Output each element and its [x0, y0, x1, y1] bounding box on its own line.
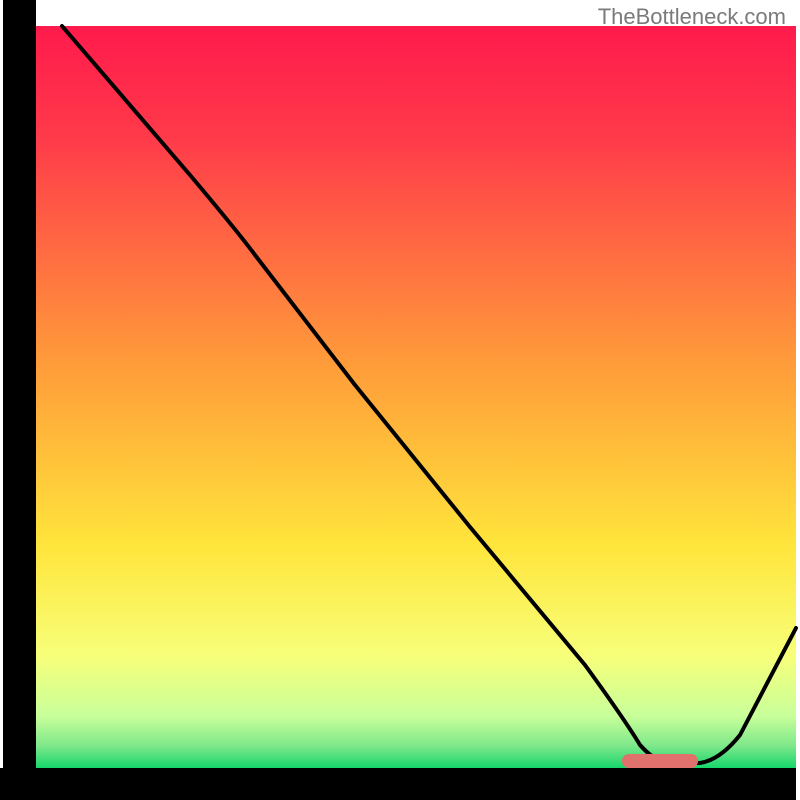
watermark-text: TheBottleneck.com	[598, 4, 786, 30]
y-axis	[3, 0, 36, 800]
plot-background	[36, 26, 796, 768]
chart-stage: TheBottleneck.com	[0, 0, 800, 800]
chart-svg	[0, 0, 800, 800]
x-axis	[0, 768, 800, 800]
right-strip	[796, 0, 800, 800]
optimal-marker	[622, 754, 698, 768]
